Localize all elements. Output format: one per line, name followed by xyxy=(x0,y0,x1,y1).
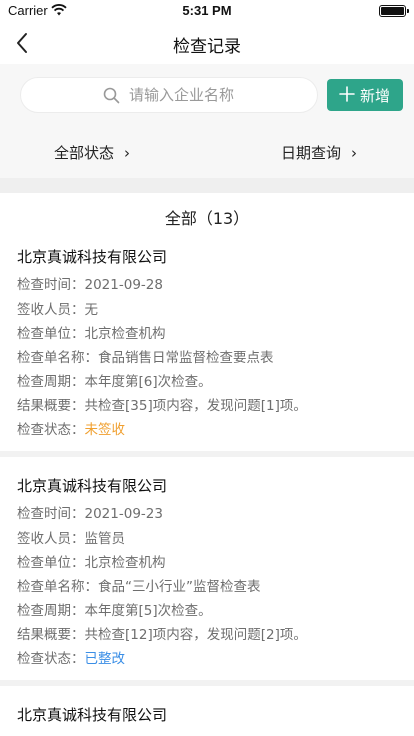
record-signer: 签收人员：监管员 xyxy=(17,527,125,547)
status-bar: Carrier 5:31 PM xyxy=(0,0,414,22)
field-label: 检查周期： xyxy=(17,603,85,619)
record-status: 检查状态：已整改 xyxy=(17,647,125,667)
chevron-right-icon: › xyxy=(124,144,131,162)
page-title: 检查记录 xyxy=(173,37,241,57)
field-value: 本年度第[6]次检查。 xyxy=(84,374,212,390)
add-button-label: 新增 xyxy=(360,87,391,105)
field-label: 检查单名称： xyxy=(17,350,98,366)
record-divider xyxy=(0,680,414,686)
field-label: 检查周期： xyxy=(17,374,85,390)
field-value: 2021-09-23 xyxy=(84,506,163,522)
field-label: 结果概要： xyxy=(17,627,85,643)
field-value: 食品“三小行业”监督检查表 xyxy=(98,579,261,595)
status-filter-label: 全部状态 xyxy=(54,144,115,162)
field-label: 检查单位： xyxy=(17,326,85,342)
search-bar-area: 新增 xyxy=(0,64,414,129)
field-label: 签收人员： xyxy=(17,531,85,547)
record-company: 北京真诚科技有限公司 xyxy=(17,477,168,495)
field-value: 食品销售日常监督检查要点表 xyxy=(98,350,274,366)
field-value: 共检查[35]项内容，发现问题[1]项。 xyxy=(84,398,307,414)
add-button[interactable]: 新增 xyxy=(327,79,403,111)
filter-row: 全部状态 › 日期查询 › xyxy=(0,129,414,178)
record-form-name: 检查单名称：食品“三小行业”监督检查表 xyxy=(17,575,261,595)
battery-icon xyxy=(379,5,409,17)
record-summary: 结果概要：共检查[12]项内容，发现问题[2]项。 xyxy=(17,623,307,643)
record-signer: 签收人员：无 xyxy=(17,298,98,318)
record-period: 检查周期：本年度第[6]次检查。 xyxy=(17,370,212,390)
date-filter-label: 日期查询 xyxy=(281,144,342,162)
record-unit: 检查单位：北京检查机构 xyxy=(17,322,166,342)
record-form-name: 检查单名称：食品销售日常监督检查要点表 xyxy=(17,346,274,366)
field-label: 结果概要： xyxy=(17,398,85,414)
field-label: 检查状态： xyxy=(17,422,85,438)
record-summary: 结果概要：共检查[35]项内容，发现问题[1]项。 xyxy=(17,394,307,414)
plus-icon xyxy=(339,86,355,102)
record-check-time: 检查时间：2021-09-28 xyxy=(17,273,163,293)
field-label: 检查单名称： xyxy=(17,579,98,595)
field-label: 检查单位： xyxy=(17,555,85,571)
screen: Carrier 5:31 PM 检查记录 新增 xyxy=(0,0,414,736)
search-icon xyxy=(103,87,120,104)
field-value: 北京检查机构 xyxy=(84,326,166,342)
clock: 5:31 PM xyxy=(182,3,232,18)
record-list: 全部（13） 北京真诚科技有限公司 检查时间：2021-09-28 签收人员：无… xyxy=(0,193,414,736)
record-period: 检查周期：本年度第[5]次检查。 xyxy=(17,599,212,619)
field-value: 2021-09-28 xyxy=(84,277,163,293)
nav-bar: 检查记录 xyxy=(0,22,414,64)
date-filter[interactable]: 日期查询 › xyxy=(281,142,357,163)
chevron-right-icon: › xyxy=(351,144,358,162)
field-label: 签收人员： xyxy=(17,302,85,318)
record-divider xyxy=(0,451,414,457)
search-box[interactable] xyxy=(20,77,318,113)
field-value: 本年度第[5]次检查。 xyxy=(84,603,212,619)
status-badge: 已整改 xyxy=(84,651,126,667)
section-title: 全部（13） xyxy=(164,209,250,228)
field-value: 无 xyxy=(84,302,99,318)
field-label: 检查时间： xyxy=(17,277,85,293)
record-company: 北京真诚科技有限公司 xyxy=(17,706,168,724)
status-badge: 未签收 xyxy=(84,422,126,438)
field-label: 检查时间： xyxy=(17,506,85,522)
battery-fill xyxy=(381,7,404,15)
status-filter[interactable]: 全部状态 › xyxy=(54,142,130,163)
field-label: 检查状态： xyxy=(17,651,85,667)
record-check-time: 检查时间：2021-09-23 xyxy=(17,502,163,522)
section-gap xyxy=(0,178,414,193)
record-company: 北京真诚科技有限公司 xyxy=(17,248,168,266)
field-value: 监管员 xyxy=(84,531,126,547)
record-unit: 检查单位：北京检查机构 xyxy=(17,551,166,571)
search-input[interactable] xyxy=(129,82,309,108)
field-value: 北京检查机构 xyxy=(84,555,166,571)
field-value: 共检查[12]项内容，发现问题[2]项。 xyxy=(84,627,307,643)
record-status: 检查状态：未签收 xyxy=(17,418,125,438)
